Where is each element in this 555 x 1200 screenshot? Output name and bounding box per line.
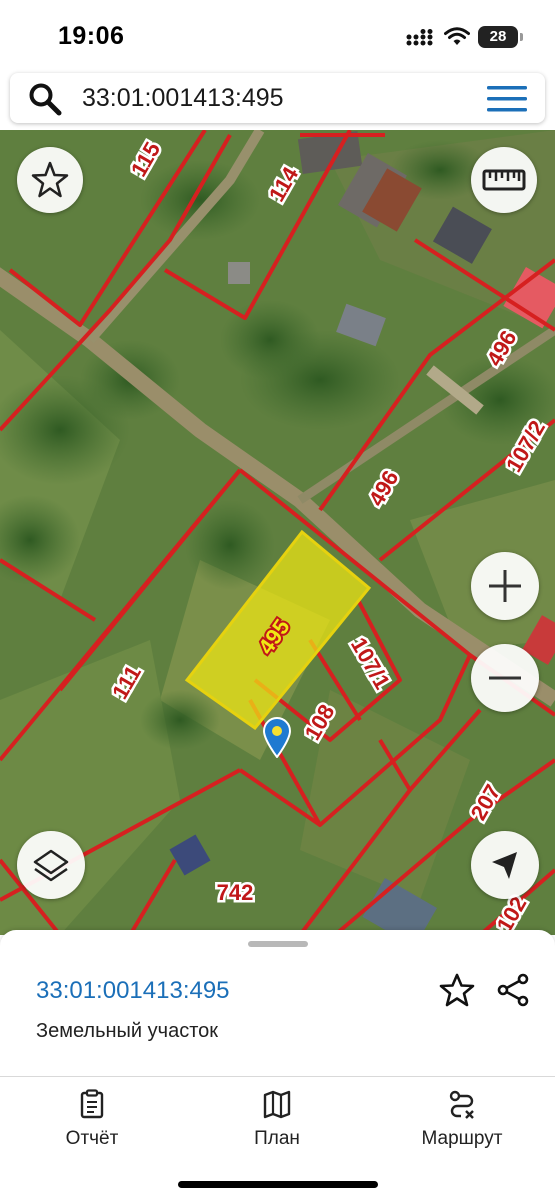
parcel-label: 496	[481, 326, 521, 370]
favorite-button[interactable]	[17, 147, 83, 213]
route-icon	[449, 1090, 474, 1119]
parcel-label: 107/2	[501, 416, 550, 476]
zoom-out-button[interactable]	[471, 644, 539, 712]
cadastral-number[interactable]: 33:01:001413:495	[36, 977, 230, 1005]
parcel-label: 742	[217, 880, 254, 905]
zoom-out-icon	[489, 676, 521, 680]
favorite-star-icon[interactable]	[439, 972, 475, 1013]
search-input[interactable]: 33:01:001413:495	[82, 84, 284, 113]
battery-indicator: 28	[478, 26, 523, 48]
tab-label: План	[254, 1128, 300, 1149]
map-view[interactable]: 115 114 496 107/2 496 111 107/1 108 207 …	[0, 130, 555, 935]
cellular-signal-icon	[406, 29, 436, 52]
map-plan-icon	[263, 1090, 291, 1119]
parcel-label: 111	[107, 661, 146, 703]
tab-label: Маршрут	[421, 1128, 503, 1149]
selected-parcel-label: 495	[253, 614, 295, 658]
home-indicator	[178, 1181, 378, 1188]
tab-plan[interactable]: План	[207, 1089, 347, 1150]
tab-report[interactable]: Отчёт	[22, 1089, 162, 1150]
navigation-arrow-icon	[492, 852, 517, 879]
parcel-labels: 115 114 496 107/2 496 111 107/1 108 207 …	[105, 135, 553, 935]
report-clipboard-icon	[80, 1089, 104, 1119]
my-location-button[interactable]	[471, 831, 539, 899]
parcel-label: 114	[264, 162, 304, 206]
menu-icon[interactable]	[487, 85, 527, 118]
parcel-label: 108	[299, 700, 339, 744]
location-pin-icon[interactable]	[262, 716, 292, 758]
parcel-info-sheet[interactable]: 33:01:001413:495 Земельный участок	[0, 930, 555, 1078]
measure-button[interactable]	[471, 147, 537, 213]
share-icon[interactable]	[495, 972, 531, 1013]
search-bar[interactable]: 33:01:001413:495	[10, 73, 545, 123]
parcel-label: 207	[465, 780, 505, 824]
parcel-type: Земельный участок	[36, 1020, 219, 1042]
ruler-icon	[482, 169, 526, 191]
zoom-in-button[interactable]	[471, 552, 539, 620]
wifi-icon	[444, 27, 470, 52]
parcel-label: 107/1	[346, 633, 395, 693]
zoom-in-icon	[489, 570, 521, 602]
layers-icon	[33, 849, 69, 882]
parcel-label: 115	[126, 138, 165, 181]
tab-route[interactable]: Маршрут	[392, 1089, 532, 1150]
tab-label: Отчёт	[65, 1128, 119, 1149]
status-bar: 19:06 28	[0, 0, 555, 72]
layers-button[interactable]	[17, 831, 85, 899]
search-icon[interactable]	[28, 82, 62, 121]
sheet-drag-handle[interactable]	[248, 941, 308, 947]
star-outline-icon	[31, 161, 69, 198]
parcel-label: 496	[363, 466, 403, 510]
status-time: 19:06	[58, 22, 125, 50]
